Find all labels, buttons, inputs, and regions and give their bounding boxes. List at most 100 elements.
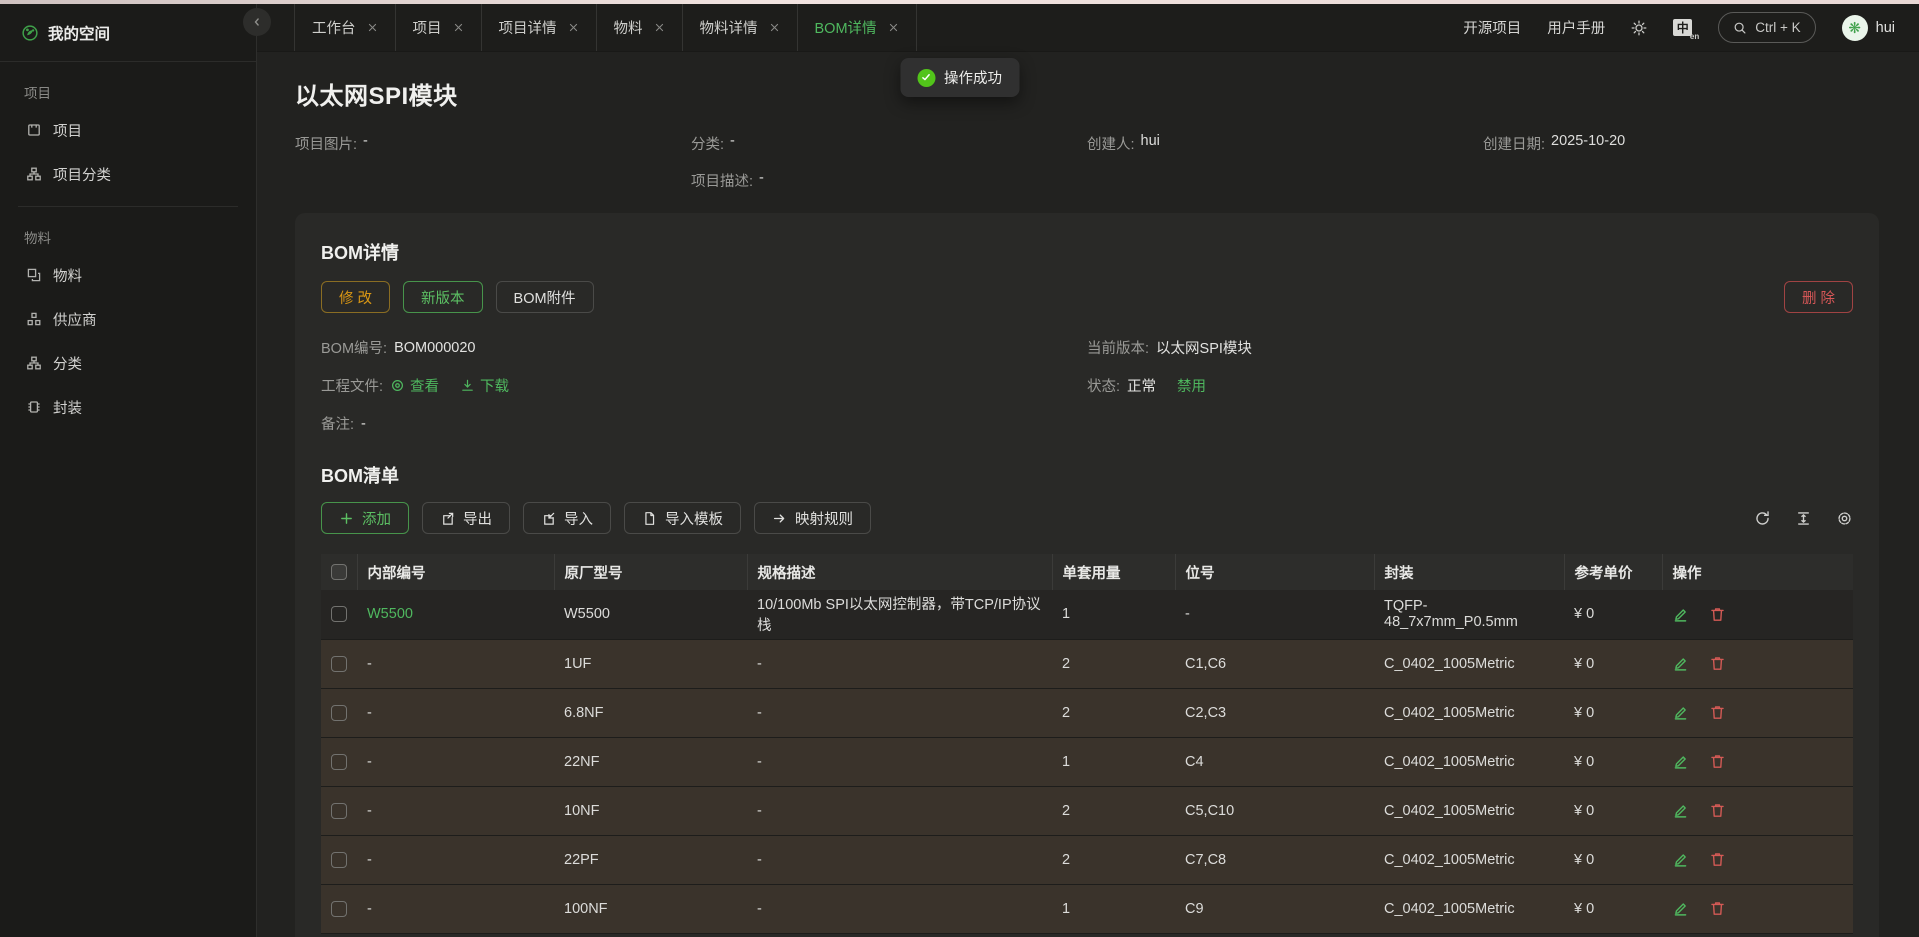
row-checkbox[interactable] (331, 655, 347, 672)
delete-row-button[interactable] (1709, 606, 1726, 623)
sidebar-item-供应商[interactable]: 供应商 (0, 297, 256, 341)
theme-sun-icon[interactable] (1631, 20, 1647, 36)
映射规则-button[interactable]: 映射规则 (754, 502, 871, 534)
cell-designators: C2,C3 (1175, 688, 1374, 738)
sidebar-item-封装[interactable]: 封装 (0, 385, 256, 429)
supplier-icon (26, 311, 42, 327)
edit-row-button[interactable] (1672, 851, 1689, 868)
sidebar-item-物料[interactable]: 物料 (0, 253, 256, 297)
close-icon[interactable] (453, 22, 464, 33)
tab-项目[interactable]: 项目 (396, 4, 482, 51)
cell-mpn: 100NF (554, 884, 747, 934)
bom-detail-heading: BOM详情 (321, 243, 399, 263)
field-value: - (759, 170, 764, 186)
delete-row-button[interactable] (1709, 802, 1726, 819)
nav-user-manual-link[interactable]: 用户手册 (1547, 17, 1605, 38)
row-operations (1672, 802, 1843, 819)
tab-工作台[interactable]: 工作台 (294, 4, 396, 51)
cell-designators: - (1175, 590, 1374, 640)
table-row: -6.8NF -2 C2,C3 C_0402_1005Metric ¥ 0 (321, 688, 1853, 738)
edit-row-button[interactable] (1672, 606, 1689, 623)
field-value: - (363, 133, 368, 149)
cell-desc: - (747, 835, 1052, 885)
close-icon[interactable] (888, 22, 899, 33)
edit-row-button[interactable] (1672, 655, 1689, 672)
tab-物料[interactable]: 物料 (597, 4, 683, 51)
tab-物料详情[interactable]: 物料详情 (683, 4, 798, 51)
cell-footprint: C_0402_1005Metric (1374, 786, 1564, 836)
refresh-icon[interactable] (1754, 510, 1771, 527)
导出-button[interactable]: 导出 (422, 502, 510, 534)
new-version-button[interactable]: 新版本 (403, 281, 483, 313)
delete-row-button[interactable] (1709, 753, 1726, 770)
sidebar-item-项目分类[interactable]: 项目分类 (0, 152, 256, 196)
cell-mpn: 1UF (554, 639, 747, 689)
row-checkbox[interactable] (331, 900, 347, 917)
tab-label: 物料详情 (699, 21, 758, 37)
table-row: -100NF -1 C9 C_0402_1005Metric ¥ 0 (321, 884, 1853, 934)
sidebar-item-label: 项目 (53, 123, 82, 140)
delete-row-button[interactable] (1709, 704, 1726, 721)
language-main: 中 (1676, 21, 1689, 35)
current-version-value: 以太网SPI模块 (1156, 341, 1252, 357)
user-menu[interactable]: ❋ hui (1841, 14, 1895, 41)
gear-icon[interactable] (1836, 510, 1853, 527)
sidebar-collapse-button[interactable] (243, 8, 271, 36)
sidebar-item-分类[interactable]: 分类 (0, 341, 256, 385)
import-icon (541, 511, 556, 526)
delete-row-button[interactable] (1709, 851, 1726, 868)
row-checkbox[interactable] (331, 606, 347, 623)
trash-icon (1709, 655, 1726, 672)
添加-button[interactable]: 添加 (321, 502, 409, 534)
view-file-link[interactable]: 查看 (390, 375, 439, 396)
close-icon[interactable] (367, 22, 378, 33)
row-checkbox[interactable] (331, 851, 347, 868)
remark-row: 备注: - (321, 413, 1087, 434)
bom-attachment-button[interactable]: BOM附件 (495, 281, 594, 313)
导入-button[interactable]: 导入 (523, 502, 611, 534)
row-checkbox[interactable] (331, 704, 347, 721)
cell-mpn: 10NF (554, 786, 747, 836)
cell-desc: - (747, 884, 1052, 934)
sidebar-section-label: 项目 (24, 86, 51, 101)
row-checkbox[interactable] (331, 802, 347, 819)
row-height-icon[interactable] (1795, 510, 1812, 527)
close-icon[interactable] (769, 22, 780, 33)
sidebar-item-项目[interactable]: 项目 (0, 108, 256, 152)
tab-bar: 工作台 项目 项目详情 物料 物料详情 BOM详情 开源项目 用户手册 中 en Ctrl… (257, 4, 1919, 52)
delete-row-button[interactable] (1709, 900, 1726, 917)
tab-BOM详情[interactable]: BOM详情 (798, 4, 917, 51)
language-toggle-icon[interactable]: 中 en (1673, 19, 1699, 41)
delete-row-button[interactable] (1709, 655, 1726, 672)
cell-designators: C1,C6 (1175, 639, 1374, 689)
plus-icon (339, 511, 354, 526)
modify-button[interactable]: 修 改 (321, 281, 391, 313)
edit-row-button[interactable] (1672, 704, 1689, 721)
search-input[interactable]: Ctrl + K (1718, 12, 1816, 43)
cell-qty: 1 (1052, 737, 1175, 787)
column-header: 操作 (1662, 554, 1853, 590)
row-checkbox[interactable] (331, 753, 347, 770)
bom-info: BOM编号: BOM000020 当前版本: 以太网SPI模块 工程文件: 查看… (321, 337, 1853, 434)
eye-icon (390, 378, 405, 393)
disable-link[interactable]: 禁用 (1177, 375, 1206, 396)
field-value: - (730, 133, 735, 149)
cell-price: ¥ 0 (1564, 639, 1662, 689)
close-icon[interactable] (568, 22, 579, 33)
delete-button[interactable]: 删 除 (1783, 281, 1853, 313)
cell-qty: 2 (1052, 786, 1175, 836)
column-header: 封装 (1374, 554, 1565, 590)
edit-row-button[interactable] (1672, 900, 1689, 917)
tab-项目详情[interactable]: 项目详情 (482, 4, 597, 51)
sidebar-item-label: 封装 (53, 400, 82, 417)
nav-open-source-link[interactable]: 开源项目 (1463, 17, 1521, 38)
edit-row-button[interactable] (1672, 753, 1689, 770)
download-file-link[interactable]: 下载 (460, 375, 509, 396)
logo-icon (22, 24, 38, 41)
internal-code-link[interactable]: W5500 (367, 606, 413, 622)
导入模板-button[interactable]: 导入模板 (624, 502, 741, 534)
select-all-checkbox[interactable] (331, 564, 347, 581)
sidebar-item-label: 物料 (53, 268, 82, 285)
close-icon[interactable] (654, 22, 665, 33)
edit-row-button[interactable] (1672, 802, 1689, 819)
